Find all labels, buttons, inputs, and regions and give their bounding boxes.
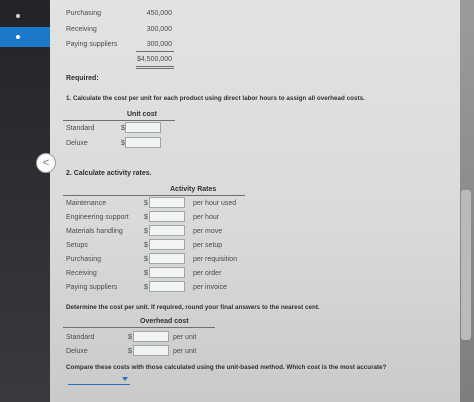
currency-symbol: $	[144, 256, 148, 263]
q2-row-label: Materials handling	[66, 228, 123, 235]
total-double-rule	[136, 68, 174, 69]
currency-symbol: $	[144, 242, 148, 249]
q2-row-unit: per hour	[193, 214, 220, 221]
currency-symbol: $	[144, 200, 148, 207]
rail-dot-icon	[16, 35, 20, 39]
top-row-label: Paying suppliers	[66, 41, 118, 48]
q1-instructions: 1. Calculate the cost per unit for each …	[66, 95, 365, 102]
chevron-left-icon: <	[42, 156, 50, 169]
q2-row-label: Maintenance	[66, 200, 107, 207]
total-rule	[136, 66, 174, 67]
q2-row-label: Purchasing	[66, 256, 102, 263]
top-row-value: 300,000	[146, 41, 172, 48]
top-row-value: 300,000	[146, 26, 172, 33]
currency-symbol: $	[144, 228, 148, 235]
q2-instructions: 2. Calculate activity rates.	[66, 170, 152, 177]
caret-down-icon	[122, 377, 128, 381]
q2-row-label: Paying suppliers	[66, 284, 118, 291]
q2-row-label: Setups	[66, 242, 88, 249]
q1-header-rule	[63, 120, 175, 121]
q2-column-header: Activity Rates	[170, 186, 217, 193]
currency-symbol: $	[144, 270, 148, 277]
q2-row-label: Receiving	[66, 270, 97, 277]
scrollbar-thumb[interactable]	[461, 190, 471, 340]
q2-row-unit: per hour used	[193, 200, 237, 207]
q3-row-label: Standard	[66, 334, 95, 341]
q2-materials-rate-input[interactable]	[149, 225, 185, 236]
q1-row-label: Deluxe	[66, 140, 88, 147]
q3-instructions: Determine the cost per unit. If required…	[66, 304, 320, 311]
top-total-value: $4,500,000	[136, 56, 172, 63]
q4-instructions: Compare these costs with those calculate…	[66, 364, 387, 371]
q2-row-unit: per requisition	[193, 256, 237, 263]
q2-header-rule	[63, 195, 245, 196]
q3-standard-overhead-input[interactable]	[133, 331, 169, 342]
q2-receiving-rate-input[interactable]	[149, 267, 185, 278]
q1-standard-unit-cost-input[interactable]	[125, 122, 161, 133]
q1-deluxe-unit-cost-input[interactable]	[125, 137, 161, 148]
q2-setups-rate-input[interactable]	[149, 239, 185, 250]
q2-purchasing-rate-input[interactable]	[149, 253, 185, 264]
top-row-label: Purchasing	[66, 10, 102, 17]
q2-row-unit: per order	[193, 270, 222, 277]
subtotal-rule	[136, 51, 174, 52]
top-row-label: Receiving	[66, 26, 97, 33]
q3-row-label: Deluxe	[66, 348, 88, 355]
q3-row-unit: per unit	[173, 348, 197, 355]
q2-paying-rate-input[interactable]	[149, 281, 185, 292]
back-chevron-button[interactable]: <	[36, 153, 56, 173]
currency-symbol: $	[144, 214, 148, 221]
q4-answer-select[interactable]	[68, 376, 130, 385]
rail-active-item[interactable]	[0, 27, 50, 47]
left-rail	[0, 0, 50, 402]
q3-deluxe-overhead-input[interactable]	[133, 345, 169, 356]
q3-row-unit: per unit	[173, 334, 197, 341]
q2-row-unit: per invoice	[193, 284, 227, 291]
required-heading: Required:	[66, 75, 99, 82]
rail-dot-icon	[16, 14, 20, 18]
q2-maintenance-rate-input[interactable]	[149, 197, 185, 208]
q3-header-rule	[63, 327, 215, 328]
q3-column-header: Overhead cost	[140, 318, 189, 325]
currency-symbol: $	[128, 334, 132, 341]
q1-row-label: Standard	[66, 125, 95, 132]
currency-symbol: $	[128, 348, 132, 355]
q2-row-label: Engineering support	[66, 214, 129, 221]
q2-row-unit: per setup	[193, 242, 223, 249]
q2-row-unit: per move	[193, 228, 223, 235]
top-row-value: 450,000	[146, 10, 172, 17]
q2-engineering-rate-input[interactable]	[149, 211, 185, 222]
q1-column-header: Unit cost	[127, 111, 157, 118]
currency-symbol: $	[144, 284, 148, 291]
